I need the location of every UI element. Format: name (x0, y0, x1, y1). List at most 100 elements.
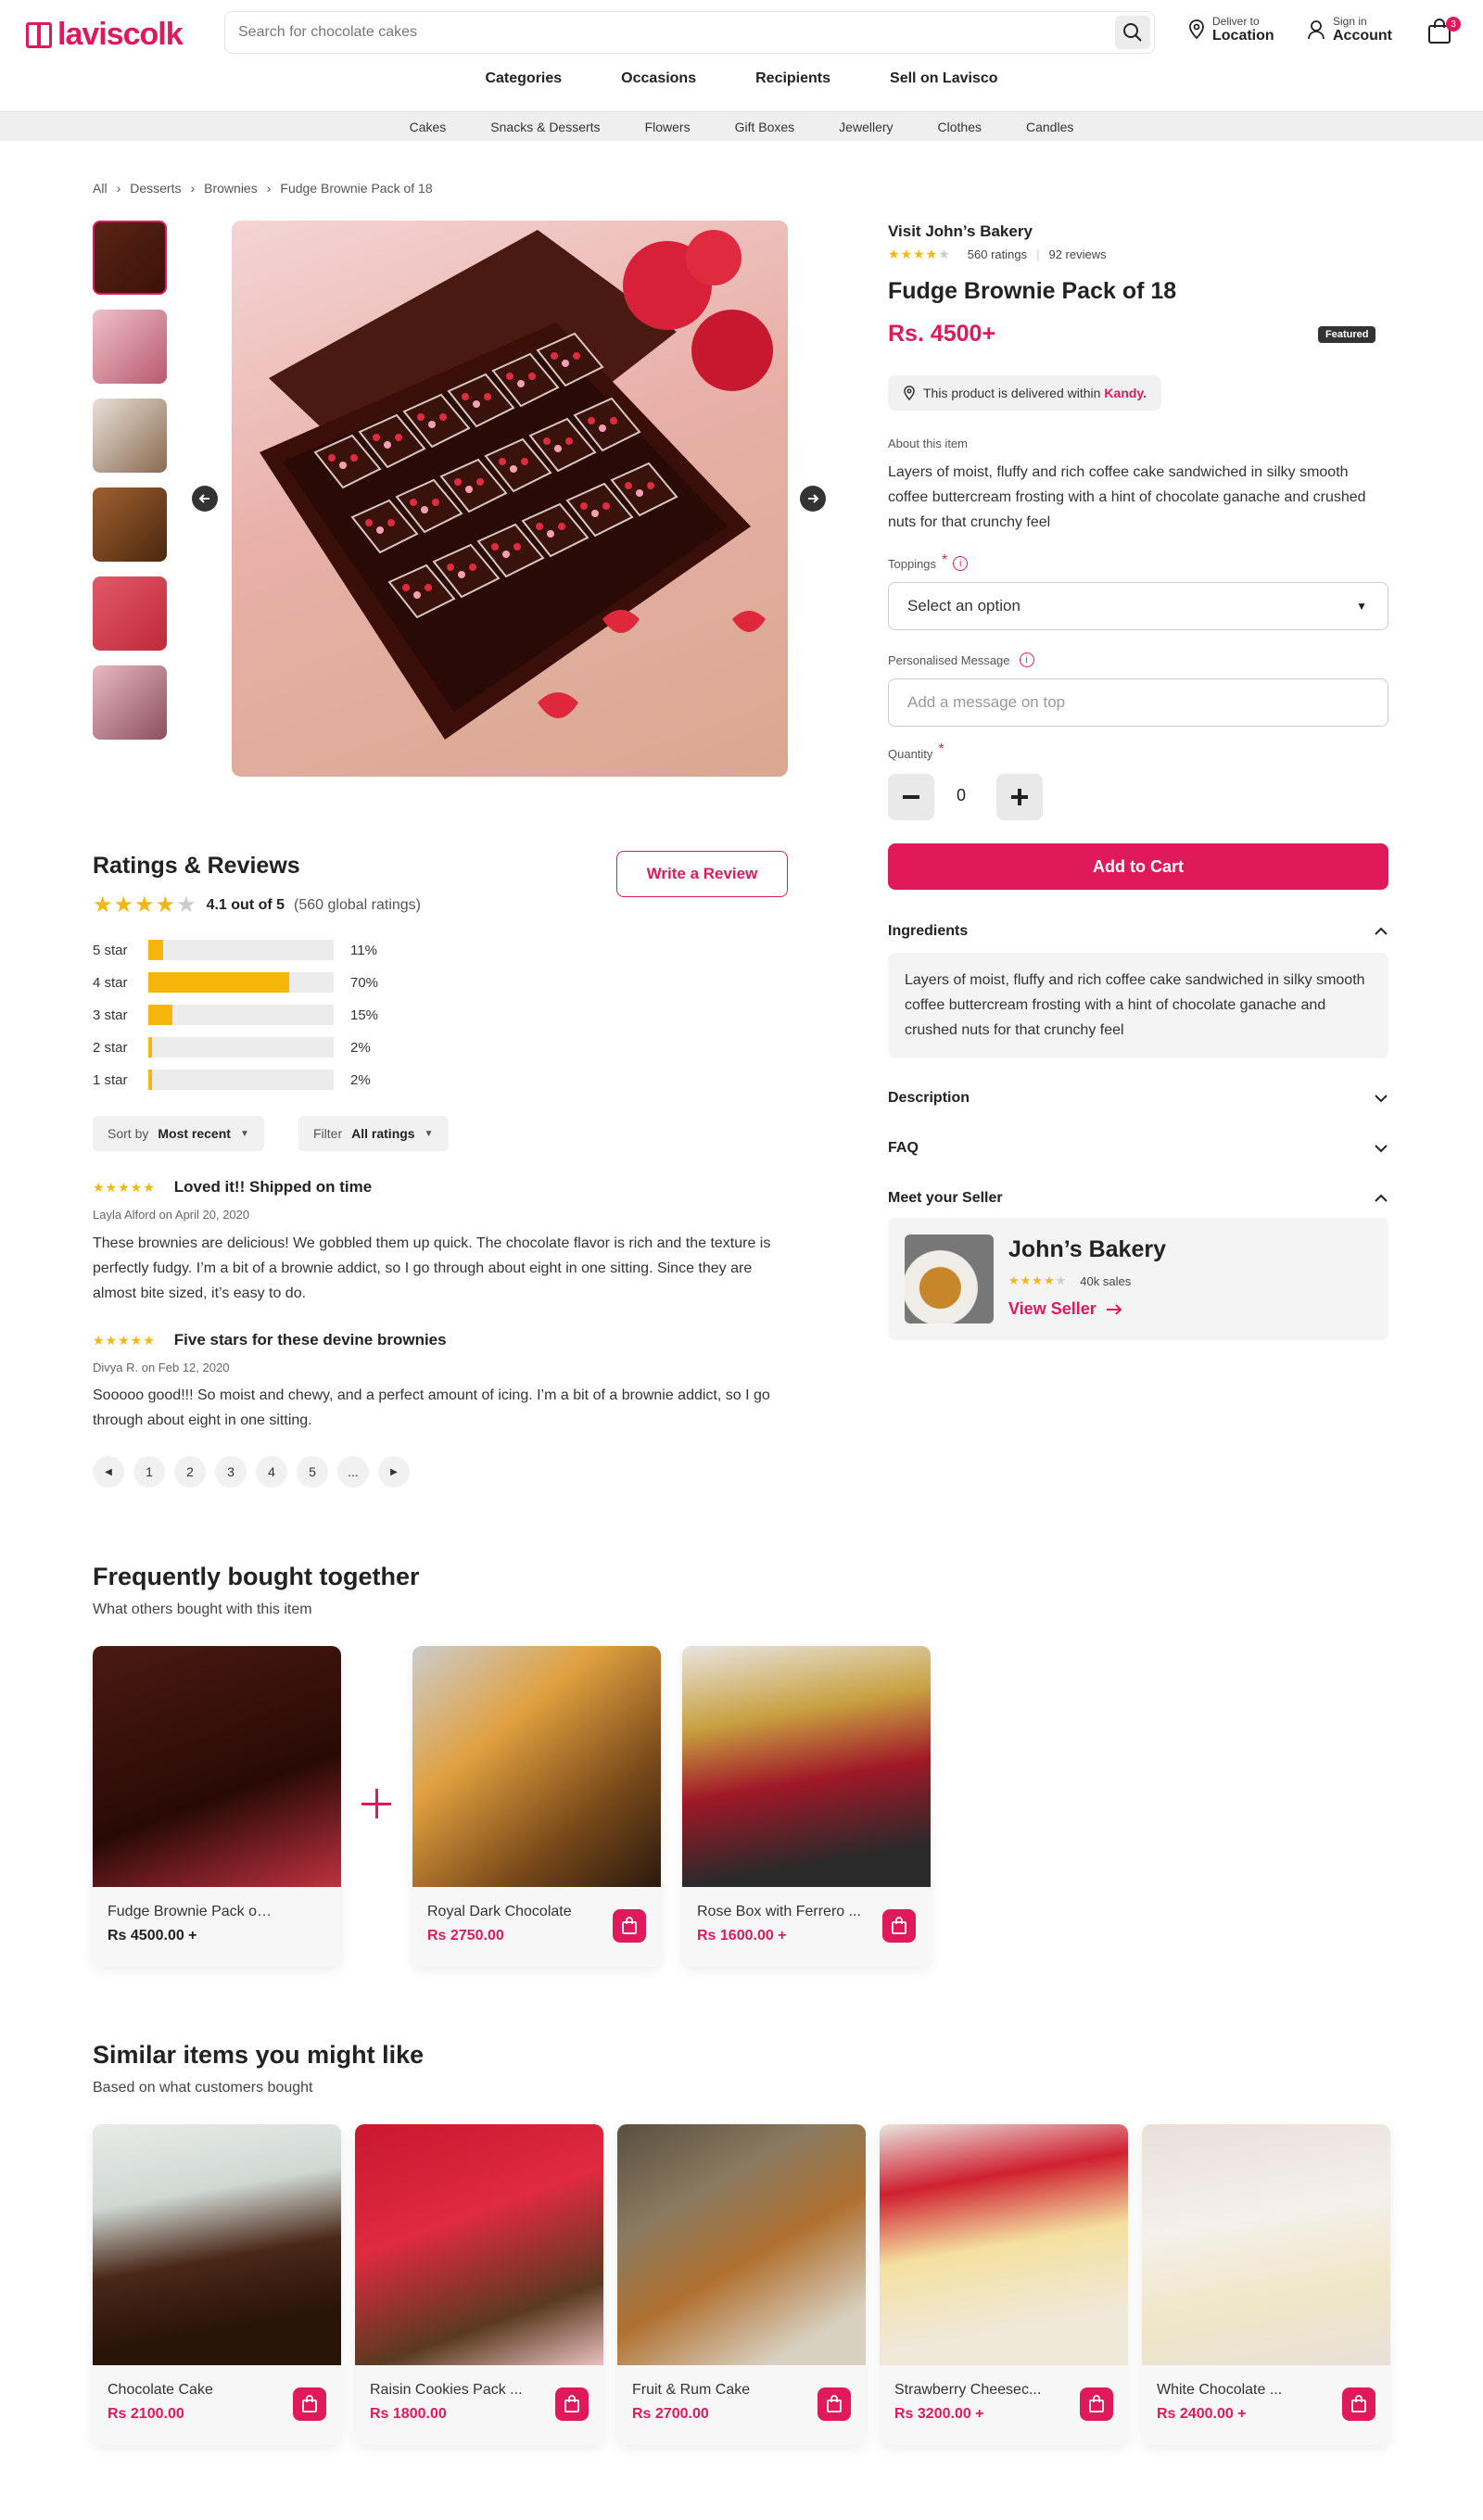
add-to-bag-button[interactable] (818, 2387, 851, 2421)
accordion-faq[interactable]: FAQ (888, 1140, 1388, 1157)
subnav-clothes[interactable]: Clothes (938, 120, 982, 134)
pagination-page[interactable]: 3 (215, 1456, 247, 1488)
search-bar[interactable]: Search for chocolate cakes (224, 11, 1155, 54)
main-nav: Categories Occasions Recipients Sell on … (0, 70, 1483, 87)
subnav-snacks[interactable]: Snacks & Desserts (490, 120, 600, 134)
message-input[interactable]: Add a message on top (888, 678, 1388, 727)
quantity-decrease-button[interactable] (888, 774, 934, 820)
prev-image-button[interactable] (192, 486, 218, 512)
similar-card[interactable]: White Chocolate ... Rs 2400.00 + (1142, 2124, 1390, 2445)
logo[interactable]: laviscolk (26, 17, 184, 53)
breadcrumb-brownies[interactable]: Brownies (204, 181, 258, 196)
accordion-description[interactable]: Description (888, 1090, 1388, 1107)
subnav-flowers[interactable]: Flowers (645, 120, 691, 134)
nav-occasions[interactable]: Occasions (621, 70, 696, 87)
next-image-button[interactable] (800, 486, 826, 512)
seller-link[interactable]: Visit John’s Bakery (888, 222, 1033, 241)
sort-label: Sort by (108, 1126, 149, 1141)
thumbnail-1[interactable] (93, 221, 167, 295)
subnav-gift-boxes[interactable]: Gift Boxes (735, 120, 795, 134)
rating-bar-label: 4 star (93, 974, 128, 991)
subnav-jewellery[interactable]: Jewellery (839, 120, 893, 134)
add-to-bag-button[interactable] (882, 1909, 916, 1943)
pagination-page[interactable]: 4 (256, 1456, 287, 1488)
seller-rating: ★★★★★ 40k sales (1008, 1273, 1131, 1288)
add-to-bag-button[interactable] (555, 2387, 589, 2421)
review-count[interactable]: 92 reviews (1048, 247, 1106, 261)
fbt-card[interactable]: Rose Box with Ferrero ... Rs 1600.00 + (682, 1646, 931, 1967)
add-to-bag-button[interactable] (293, 2387, 326, 2421)
product-image (355, 2124, 603, 2365)
pagination-next[interactable]: ▶ (378, 1456, 410, 1488)
accordion-seller[interactable]: Meet your Seller (888, 1190, 1388, 1207)
accordion-ingredients[interactable]: Ingredients (888, 923, 1388, 940)
add-to-bag-button[interactable] (613, 1909, 646, 1943)
card-name: Fruit & Rum Cake (632, 2382, 751, 2398)
fbt-card[interactable]: Royal Dark Chocolate Rs 2750.00 (412, 1646, 661, 1967)
breadcrumb-desserts[interactable]: Desserts (130, 181, 181, 196)
rating-bar-percent: 11% (350, 942, 377, 958)
add-to-cart-button[interactable]: Add to Cart (888, 843, 1388, 890)
sub-nav: Cakes Snacks & Desserts Flowers Gift Box… (0, 111, 1483, 141)
deliver-to-button[interactable]: Deliver to Location (1188, 15, 1274, 44)
search-input[interactable]: Search for chocolate cakes (238, 24, 417, 41)
nav-categories[interactable]: Categories (485, 70, 562, 87)
pagination-page[interactable]: 2 (174, 1456, 206, 1488)
thumbnail-3[interactable] (93, 399, 167, 473)
account-button[interactable]: Sign in Account (1307, 15, 1392, 44)
thumbnail-5[interactable] (93, 576, 167, 651)
review-2-header: ★★★★★ Five stars for these devine browni… (93, 1331, 447, 1349)
info-icon[interactable]: i (953, 556, 969, 571)
pagination-prev[interactable]: ◀ (93, 1456, 124, 1488)
similar-card[interactable]: Chocolate Cake Rs 2100.00 (93, 2124, 341, 2445)
rating-bar-row[interactable]: 3 star 15% (93, 1005, 378, 1025)
add-to-bag-button[interactable] (1342, 2387, 1375, 2421)
similar-card[interactable]: Strawberry Cheesec... Rs 3200.00 + (880, 2124, 1128, 2445)
quantity-increase-button[interactable] (996, 774, 1043, 820)
view-seller-link[interactable]: View Seller (1008, 1299, 1122, 1319)
thumbnail-4[interactable] (93, 488, 167, 562)
delivery-city: Kandy. (1104, 386, 1147, 400)
delivery-text: This product is delivered within (923, 386, 1101, 400)
rating-bar-fill (148, 972, 289, 993)
nav-sell[interactable]: Sell on Lavisco (890, 70, 997, 87)
breadcrumb-all[interactable]: All (93, 181, 108, 196)
info-icon[interactable]: i (1019, 652, 1034, 667)
rating-bar-row[interactable]: 2 star 2% (93, 1037, 371, 1057)
rating-bar-fill (148, 1005, 172, 1025)
add-to-bag-button[interactable] (1080, 2387, 1113, 2421)
filter-dropdown[interactable]: Filter All ratings ▼ (298, 1116, 449, 1151)
sort-dropdown[interactable]: Sort by Most recent ▼ (93, 1116, 264, 1151)
thumbnail-6[interactable] (93, 665, 167, 740)
rating-bar-row[interactable]: 4 star 70% (93, 972, 378, 993)
card-name: Royal Dark Chocolate (427, 1904, 572, 1919)
location-pin-icon (904, 386, 915, 400)
similar-card[interactable]: Raisin Cookies Pack ... Rs 1800.00 (355, 2124, 603, 2445)
similar-card[interactable]: Fruit & Rum Cake Rs 2700.00 (617, 2124, 866, 2445)
rating-bar-row[interactable]: 5 star 11% (93, 940, 377, 960)
write-review-button[interactable]: Write a Review (616, 851, 788, 897)
fbt-card[interactable]: Fudge Brownie Pack of 18 Rs 4500.00 + (93, 1646, 341, 1967)
subnav-candles[interactable]: Candles (1026, 120, 1073, 134)
card-name: Raisin Cookies Pack ... (370, 2382, 523, 2398)
subnav-cakes[interactable]: Cakes (410, 120, 447, 134)
caret-down-icon: ▼ (239, 1128, 249, 1139)
rating-bar-track (148, 972, 334, 993)
reviews-score: 4.1 out of 5 (206, 896, 285, 913)
search-icon[interactable] (1115, 16, 1150, 49)
review-body: These brownies are delicious! We gobbled… (93, 1235, 771, 1301)
nav-recipients[interactable]: Recipients (755, 70, 830, 87)
cart-button[interactable]: 3 (1427, 17, 1461, 49)
featured-badge: Featured (1318, 326, 1376, 343)
reviews-score-stars: ★★★★★ (93, 893, 197, 918)
card-name: Chocolate Cake (108, 2382, 213, 2398)
rating-count[interactable]: 560 ratings (968, 247, 1027, 261)
card-price: Rs 4500.00 + (108, 1928, 197, 1944)
pagination-page[interactable]: 1 (133, 1456, 165, 1488)
signin-value: Account (1333, 28, 1392, 44)
rating-bar-row[interactable]: 1 star 2% (93, 1070, 371, 1090)
product-image (93, 1646, 341, 1887)
toppings-select[interactable]: Select an option ▼ (888, 582, 1388, 630)
pagination-page[interactable]: 5 (297, 1456, 328, 1488)
thumbnail-2[interactable] (93, 310, 167, 384)
